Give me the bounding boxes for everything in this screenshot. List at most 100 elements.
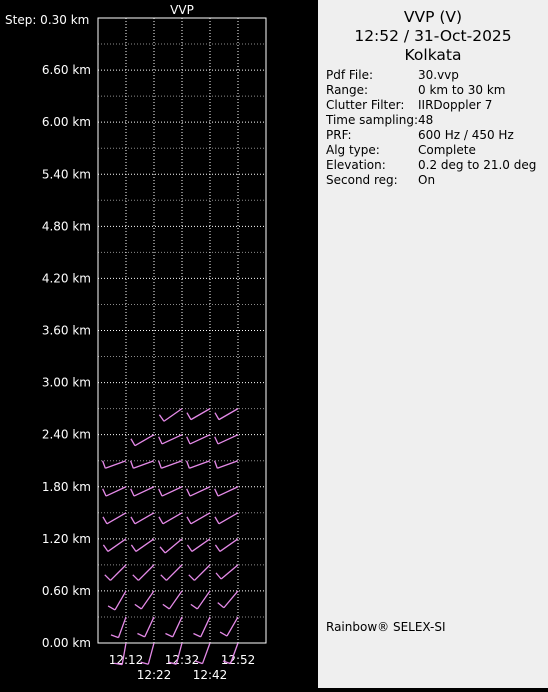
wind-barb [215,564,239,580]
barb-feather [213,460,218,469]
wind-barb [137,616,155,638]
y-tick-label: 3.60 km [42,324,91,338]
product-title: VVP (V) [403,8,463,26]
barb-shaft [172,616,183,638]
barb-shaft [196,590,211,610]
wind-barb [158,486,183,497]
barb-feather [130,488,135,497]
barb-shaft [114,590,127,611]
barb-feather [129,460,134,469]
barb-feather [137,632,145,638]
wind-barb [129,460,155,469]
barb-feather [214,516,220,525]
barb-feather [219,631,228,637]
wind-barb [102,486,127,497]
y-tick-label: 6.60 km [42,63,91,77]
barb-shaft [106,512,127,525]
barb-shaft [161,486,183,497]
barb-feather [165,632,173,638]
wind-barb [130,434,155,447]
barb-shaft [134,434,155,447]
wind-barb [193,616,211,638]
step-label: Step: 0.30 km [5,13,89,27]
barb-feather [217,602,225,609]
barb-feather [160,574,167,581]
wind-barb-chart: 0.00 km 0.60 km 1.20 km 1.80 km 2.40 km 3.00 … [5,3,267,682]
field-value: IIRDoppler 7 [418,98,493,112]
barb-feather [186,488,191,497]
wind-barb [101,460,127,469]
wind-barb [130,538,155,552]
field-label: Alg type: [326,143,380,157]
barb-shaft [219,538,239,552]
barb-shaft [165,564,183,581]
barb-feather [110,634,119,639]
barb-feather [214,436,219,445]
y-tick-label: 5.40 km [42,167,91,181]
chart-title: VVP [170,3,194,17]
barb-feather [130,544,137,552]
field-value: 0.2 deg to 21.0 deg [418,158,537,172]
barb-feather [102,516,108,525]
barb-shaft [217,460,239,469]
vvp-plot-panel: 0.00 km 0.60 km 1.20 km 1.80 km 2.40 km 3.00 … [0,0,318,688]
field-label: Time sampling: [326,113,419,127]
barb-shaft [217,486,239,497]
barb-shaft [189,434,211,445]
barb-feather [186,436,191,445]
y-tick-label: 6.00 km [42,115,91,129]
barb-feather [102,544,109,552]
y-tick-label: 0.00 km [42,636,91,650]
barb-shaft [220,564,239,580]
y-tick-label: 2.40 km [42,428,91,442]
barb-shaft [133,460,155,469]
barb-feather [102,488,107,497]
wind-barb [102,512,127,525]
barb-shaft [190,512,211,525]
y-tick-label: 1.80 km [42,480,91,494]
barb-shaft [190,408,211,421]
wind-barb [102,538,127,552]
barb-feather [185,460,190,469]
wind-barb [110,616,127,639]
field-label: Second reg: [326,173,398,187]
barb-shaft [161,434,183,445]
barb-shaft [189,460,211,469]
wind-barb [107,590,127,611]
barb-feather [190,603,198,610]
wind-barb [158,512,183,525]
wind-barb [159,538,183,554]
barb-feather [193,632,201,638]
barb-shaft [168,590,183,610]
wind-barb [165,616,183,638]
barb-feather [159,546,166,554]
barb-feather [107,605,116,611]
wind-barb [162,590,183,610]
field-label: Elevation: [326,158,386,172]
wind-barb [185,460,211,469]
barb-shaft [133,486,155,497]
x-tick-label: 12:22 [137,668,172,682]
barb-feather [186,412,192,420]
field-value: 30.vvp [418,68,459,82]
wind-barb [217,590,239,609]
barb-shaft [191,538,211,552]
barb-feather [158,488,163,497]
field-value: Complete [418,143,476,157]
wind-barb [188,564,211,581]
field-label: Clutter Filter: [326,98,405,112]
wind-barb [157,460,183,469]
barb-feather [158,436,163,445]
barb-feather [186,544,193,552]
vendor-footer: Rainbow® SELEX-SI [326,620,446,634]
barb-shaft [144,616,155,638]
field-value: On [418,173,436,187]
barb-shaft [105,486,127,497]
y-tick-label: 3.00 km [42,376,91,390]
field-value: 600 Hz / 450 Hz [418,128,514,142]
barb-shaft [105,460,127,469]
wind-barb [190,590,211,610]
wind-barb [186,512,211,525]
field-label: Pdf File: [326,68,374,82]
x-tick-label: 12:42 [193,668,228,682]
